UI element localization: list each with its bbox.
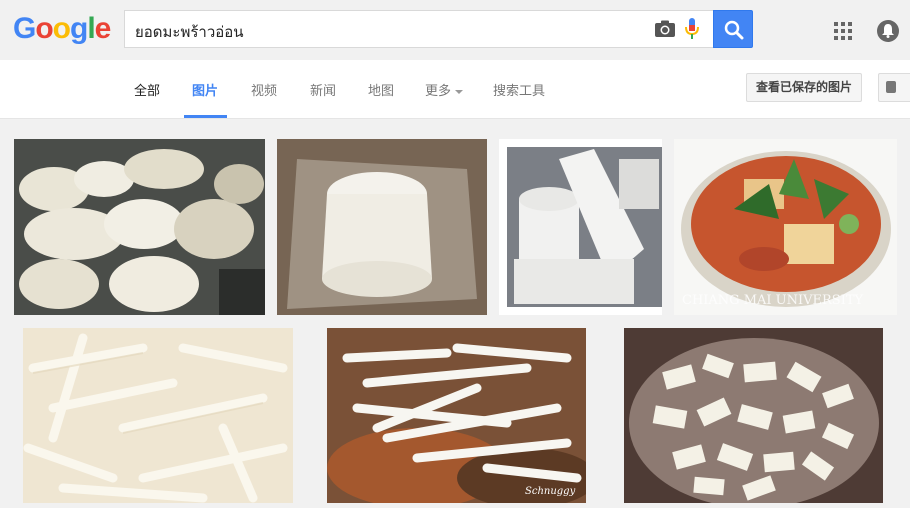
search-input[interactable]: ยอดมะพร้าวอ่อน	[124, 10, 714, 48]
logo-letter: G	[13, 12, 36, 45]
image-result[interactable]	[277, 139, 487, 315]
image-result[interactable]	[499, 139, 662, 315]
top-header: Google ยอดมะพร้าวอ่อน	[0, 0, 910, 60]
chevron-down-icon	[455, 89, 464, 94]
watermark-text: Schnuggy	[525, 486, 576, 497]
image-result[interactable]: CHIANG MAI UNIVERSITY	[674, 139, 897, 315]
tab-videos[interactable]: 视频	[251, 80, 277, 99]
active-tab-indicator	[184, 115, 227, 118]
settings-button[interactable]	[878, 73, 910, 102]
search-icon	[724, 20, 744, 40]
logo-letter: o	[35, 12, 53, 45]
tab-more-label: 更多	[425, 84, 452, 99]
watermark-text: CHIANG MAI UNIVERSITY	[682, 293, 864, 308]
tab-more[interactable]: 更多	[425, 80, 464, 99]
saved-images-button[interactable]: 查看已保存的图片	[746, 73, 862, 102]
tab-search-tools[interactable]: 搜索工具	[493, 80, 545, 99]
logo-letter: l	[87, 12, 95, 45]
image-result[interactable]	[23, 328, 293, 503]
search-query-text: ยอดมะพร้าวอ่อน	[135, 23, 244, 41]
image-result[interactable]: Schnuggy	[327, 328, 586, 503]
notifications-icon[interactable]	[877, 20, 899, 42]
tab-news[interactable]: 新闻	[310, 80, 336, 99]
mic-icon[interactable]	[685, 18, 699, 40]
logo-letter: o	[52, 12, 71, 45]
gear-icon	[886, 81, 896, 93]
apps-icon[interactable]	[834, 22, 852, 40]
logo-letter: e	[94, 12, 112, 45]
search-button[interactable]	[713, 10, 753, 48]
tab-all[interactable]: 全部	[134, 80, 160, 99]
tab-images[interactable]: 图片	[192, 80, 218, 99]
image-result[interactable]	[624, 328, 883, 503]
camera-icon[interactable]	[654, 20, 676, 38]
tab-maps[interactable]: 地图	[368, 80, 394, 99]
logo-letter: g	[70, 12, 88, 45]
google-logo[interactable]: Google	[13, 12, 112, 46]
image-result[interactable]	[14, 139, 265, 315]
